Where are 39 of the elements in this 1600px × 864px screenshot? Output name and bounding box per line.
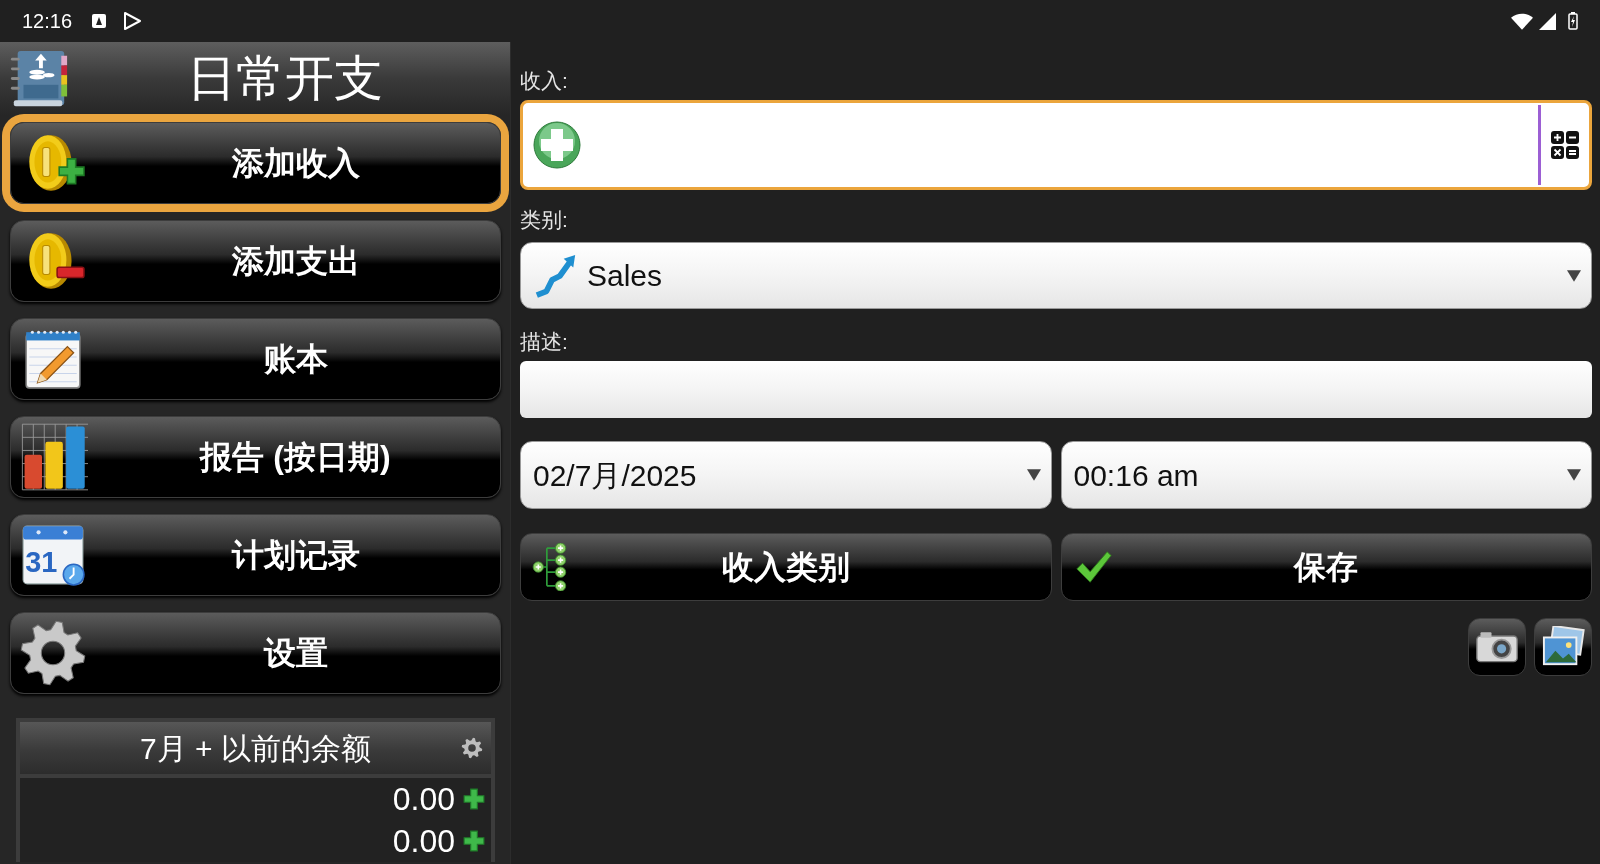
settings-icon[interactable] — [461, 737, 483, 759]
menu-button[interactable]: 添加支出 — [10, 220, 501, 302]
income-label: 收入: — [520, 68, 569, 94]
plus-icon[interactable] — [463, 830, 485, 852]
balance-title: 7月 + 以前的余额 — [140, 730, 371, 767]
action-button[interactable]: 收入类别 — [520, 533, 1052, 601]
plus-circle-icon[interactable] — [533, 121, 581, 169]
photo-gallery-icon — [1540, 626, 1586, 668]
menu-button[interactable]: 31 计划记录 — [10, 514, 501, 596]
dropdown-caret-icon — [1567, 269, 1581, 282]
income-field[interactable] — [520, 100, 1592, 190]
attachment-button[interactable] — [1534, 618, 1592, 676]
dropdown-caret-icon — [1567, 469, 1581, 481]
checkmark-icon — [1073, 548, 1112, 586]
gear-icon — [19, 619, 87, 687]
dropdown-caret-icon — [1026, 469, 1041, 481]
notification-icon — [92, 14, 107, 28]
category-dropdown[interactable]: Sales — [520, 242, 1592, 309]
wifi-icon — [1511, 12, 1533, 30]
plus-icon[interactable] — [463, 788, 485, 810]
play-icon — [122, 11, 143, 31]
balance-amount: 0.00 — [392, 825, 455, 857]
balance-amount: 0.00 — [392, 783, 455, 815]
status-time: 12:16 — [22, 9, 73, 34]
menu-button[interactable]: 报告 (按日期) — [10, 416, 501, 498]
app-title: 日常开支 — [187, 54, 383, 103]
attachment-button[interactable] — [1468, 618, 1526, 676]
menu-button[interactable]: 设置 — [10, 612, 501, 694]
description-label: 描述: — [520, 329, 569, 355]
calculator-icon[interactable] — [1551, 131, 1579, 159]
calendar-clock-icon: 31 — [20, 522, 86, 588]
category-label: 类别: — [520, 207, 569, 233]
battery-charging-icon — [1568, 12, 1578, 30]
action-button[interactable]: 保存 — [1060, 533, 1592, 601]
signal-icon — [1539, 12, 1556, 30]
description-field[interactable] — [520, 361, 1592, 418]
date-dropdown[interactable]: 02/7月/2025 — [520, 441, 1052, 509]
time-dropdown[interactable]: 00:16 am — [1060, 441, 1592, 509]
menu-button[interactable]: 账本 — [10, 318, 501, 400]
